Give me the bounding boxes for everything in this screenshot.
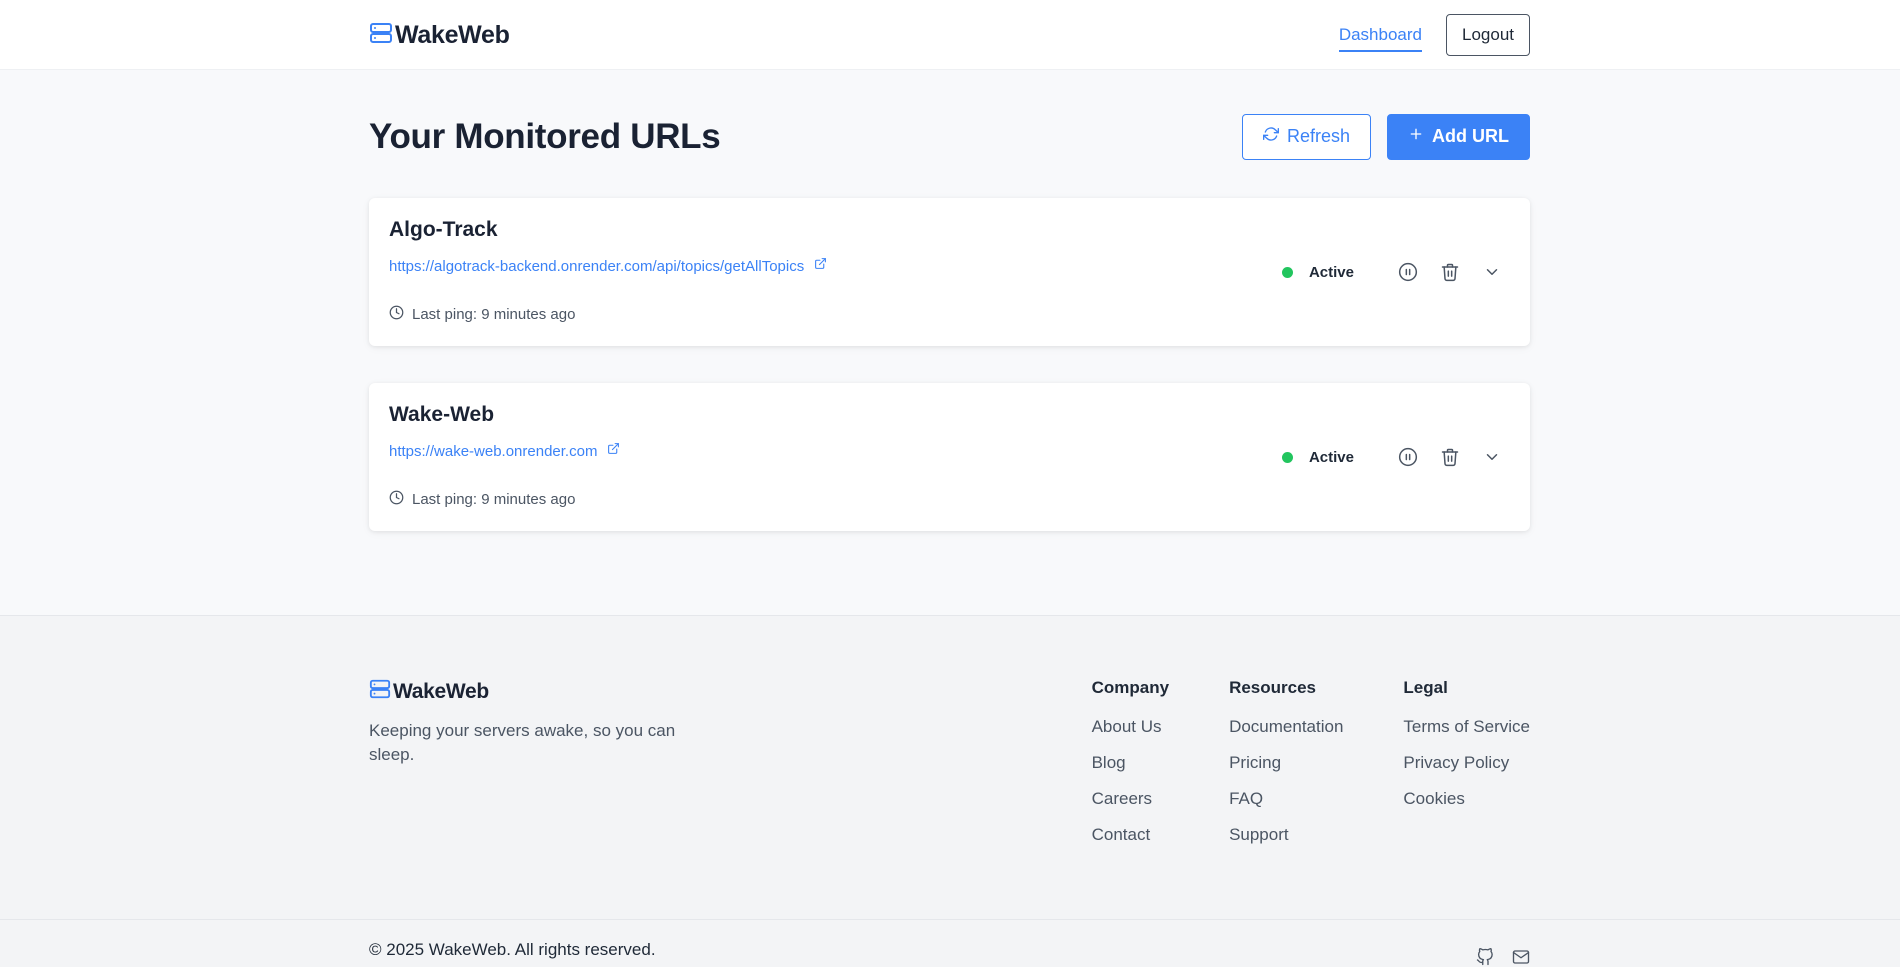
status-badge: Active bbox=[1308, 448, 1354, 466]
refresh-button[interactable]: Refresh bbox=[1241, 113, 1372, 160]
page-header: Your Monitored URLs Refresh Add URL bbox=[369, 70, 1530, 195]
footer-link-blog[interactable]: Blog bbox=[1092, 752, 1169, 773]
server-icon bbox=[369, 21, 393, 50]
monitor-controls: Active bbox=[1281, 258, 1506, 286]
add-url-label: Add URL bbox=[1432, 126, 1509, 146]
footer-link-contact[interactable]: Contact bbox=[1092, 824, 1169, 845]
last-ping-text: Last ping: 9 minutes ago bbox=[412, 491, 576, 508]
footer-col-title: Company bbox=[1091, 678, 1170, 697]
footer-link-documentation[interactable]: Documentation bbox=[1229, 716, 1343, 737]
brand-name: WakeWeb bbox=[395, 20, 510, 49]
footer-col-title: Resources bbox=[1229, 678, 1316, 697]
footer-link-careers[interactable]: Careers bbox=[1092, 788, 1169, 809]
refresh-icon bbox=[1262, 126, 1279, 147]
footer-link-privacy[interactable]: Privacy Policy bbox=[1403, 752, 1530, 773]
github-icon[interactable] bbox=[1476, 948, 1494, 967]
monitor-name: Algo-Track bbox=[389, 218, 498, 241]
trash-icon[interactable] bbox=[1436, 258, 1464, 286]
pause-icon[interactable] bbox=[1394, 443, 1422, 471]
footer-tagline: Keeping your servers awake, so you can s… bbox=[369, 721, 676, 764]
trash-icon[interactable] bbox=[1436, 443, 1464, 471]
footer-brand-name: WakeWeb bbox=[393, 679, 489, 703]
logout-button[interactable]: Logout bbox=[1446, 14, 1530, 56]
footer-bottom-bar: © 2025 WakeWeb. All rights reserved. bbox=[0, 919, 1900, 967]
mail-icon[interactable] bbox=[1512, 948, 1530, 967]
page-actions: Refresh Add URL bbox=[1241, 113, 1530, 160]
site-footer: WakeWeb Keeping your servers awake, so y… bbox=[0, 615, 1900, 967]
footer-link-pricing[interactable]: Pricing bbox=[1229, 752, 1343, 773]
social-links bbox=[1476, 940, 1530, 967]
monitor-name: Wake-Web bbox=[389, 403, 495, 426]
clock-icon bbox=[389, 490, 404, 509]
footer-link-support[interactable]: Support bbox=[1229, 824, 1343, 845]
monitor-url-link[interactable]: https://wake-web.onrender.com bbox=[389, 443, 597, 460]
status-badge: Active bbox=[1308, 263, 1354, 281]
server-icon bbox=[369, 678, 391, 705]
status-dot bbox=[1281, 266, 1293, 278]
clock-icon bbox=[389, 305, 404, 324]
chevron-down-icon[interactable] bbox=[1478, 443, 1506, 471]
nav-dashboard-link[interactable]: Dashboard bbox=[1338, 25, 1422, 52]
refresh-label: Refresh bbox=[1286, 126, 1351, 146]
footer-link-about-us[interactable]: About Us bbox=[1092, 716, 1169, 737]
footer-col-legal: Legal Terms of Service Privacy Policy Co… bbox=[1403, 678, 1530, 860]
footer-logo[interactable]: WakeWeb bbox=[369, 678, 689, 705]
footer-link-terms[interactable]: Terms of Service bbox=[1403, 716, 1530, 737]
last-ping: Last ping: 9 minutes ago bbox=[389, 490, 1510, 509]
monitor-card: Algo-Track https://algotrack-backend.onr… bbox=[369, 198, 1530, 346]
last-ping: Last ping: 9 minutes ago bbox=[389, 305, 1510, 324]
monitor-url-link[interactable]: https://algotrack-backend.onrender.com/a… bbox=[389, 258, 804, 275]
main-content: Your Monitored URLs Refresh Add URL Algo… bbox=[0, 70, 1900, 531]
brand-logo[interactable]: WakeWeb bbox=[369, 21, 510, 50]
main-nav: Dashboard Logout bbox=[1338, 14, 1530, 56]
footer-brand: WakeWeb Keeping your servers awake, so y… bbox=[369, 678, 689, 860]
footer-col-resources: Resources Documentation Pricing FAQ Supp… bbox=[1229, 678, 1343, 860]
external-link-icon[interactable] bbox=[607, 442, 620, 460]
footer-col-company: Company About Us Blog Careers Contact bbox=[1092, 678, 1169, 860]
footer-columns: Company About Us Blog Careers Contact Re… bbox=[1092, 678, 1530, 860]
top-navbar: WakeWeb Dashboard Logout bbox=[0, 0, 1900, 70]
last-ping-text: Last ping: 9 minutes ago bbox=[412, 306, 576, 323]
external-link-icon[interactable] bbox=[814, 257, 827, 275]
footer-link-faq[interactable]: FAQ bbox=[1229, 788, 1343, 809]
chevron-down-icon[interactable] bbox=[1478, 258, 1506, 286]
copyright-text: © 2025 WakeWeb. All rights reserved. bbox=[369, 940, 656, 959]
monitor-controls: Active bbox=[1281, 443, 1506, 471]
footer-col-title: Legal bbox=[1403, 678, 1448, 697]
add-url-button[interactable]: Add URL bbox=[1387, 113, 1530, 160]
monitor-card: Wake-Web https://wake-web.onrender.com L… bbox=[369, 383, 1530, 531]
page-title: Your Monitored URLs bbox=[369, 116, 721, 156]
pause-icon[interactable] bbox=[1394, 258, 1422, 286]
status-dot bbox=[1281, 451, 1293, 463]
plus-icon bbox=[1408, 126, 1424, 147]
footer-link-cookies[interactable]: Cookies bbox=[1403, 788, 1530, 809]
